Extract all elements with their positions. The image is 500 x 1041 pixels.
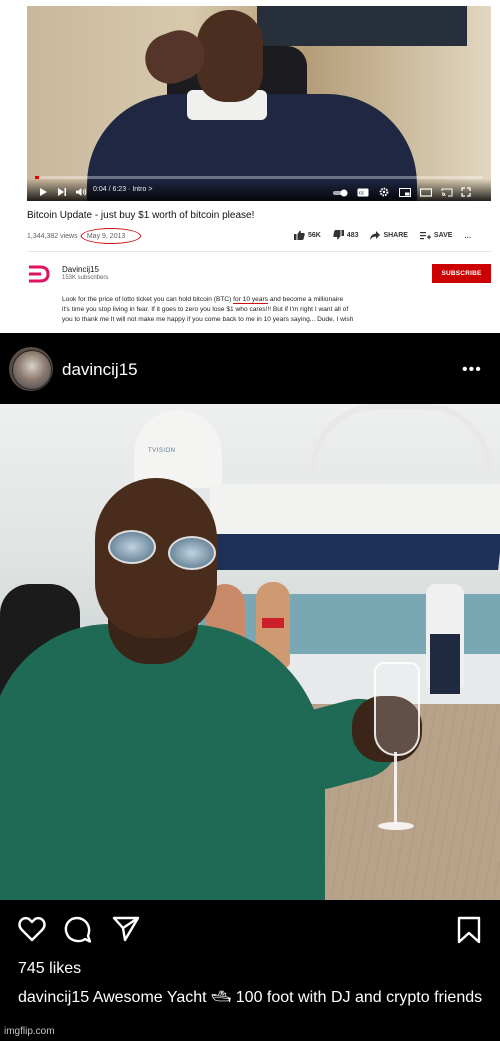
- channel-name[interactable]: Davincij15: [62, 265, 99, 274]
- comment-icon[interactable]: [64, 916, 92, 944]
- youtube-screenshot: 0:04 / 6:23 · Intro > cc Bitcoin Update …: [0, 0, 500, 333]
- waiter-pants: [430, 634, 460, 694]
- avatar[interactable]: [12, 350, 52, 390]
- sunglasses-right: [168, 536, 216, 570]
- video-description: Look for the price of lotto ticket you c…: [62, 295, 442, 325]
- next-icon[interactable]: [57, 187, 67, 197]
- divider: [27, 251, 491, 252]
- more-options-icon[interactable]: •••: [462, 361, 482, 379]
- like-count: 56K: [308, 231, 321, 239]
- share-label: SHARE: [383, 232, 408, 239]
- share-button[interactable]: SHARE: [370, 231, 408, 240]
- description-text: and become a millionaire: [267, 296, 344, 303]
- miniplayer-icon[interactable]: [399, 188, 411, 197]
- autoplay-toggle-icon[interactable]: [333, 189, 349, 197]
- caption-text: Awesome Yacht 🛥 100 foot with DJ and cry…: [92, 989, 483, 1006]
- wine-glass-base: [378, 822, 414, 830]
- save-label: SAVE: [433, 232, 453, 239]
- chapter-dot: ·: [128, 186, 131, 193]
- description-line-3: you to thank me It will not make me happ…: [62, 316, 354, 323]
- video-meta: 1,344,382 views · May 9, 2013: [27, 228, 141, 244]
- dislike-count: 483: [346, 231, 359, 239]
- thumbs-up-icon: [294, 230, 305, 240]
- more-actions-icon[interactable]: ···: [464, 235, 471, 242]
- wine-glass: [374, 662, 420, 756]
- bookmark-icon[interactable]: [457, 916, 481, 944]
- progress-bar[interactable]: [35, 176, 483, 179]
- captions-icon[interactable]: cc: [357, 188, 369, 197]
- description-line-1: Look for the price of lotto ticket you c…: [62, 295, 442, 305]
- theater-mode-icon[interactable]: [420, 188, 432, 197]
- play-icon[interactable]: [39, 187, 48, 197]
- like-count[interactable]: 745 likes: [18, 960, 81, 978]
- subscribe-button[interactable]: SUBSCRIBE: [432, 264, 491, 283]
- description-line-2: it's time you stop living in fear. If it…: [62, 306, 349, 313]
- video-player[interactable]: 0:04 / 6:23 · Intro > cc: [27, 6, 491, 201]
- video-time: 0:04 / 6:23: [93, 186, 127, 193]
- view-count: 1,344,382 views: [27, 233, 78, 240]
- chapter-title[interactable]: Intro: [132, 186, 146, 193]
- video-title: Bitcoin Update - just buy $1 worth of bi…: [27, 210, 255, 221]
- svg-text:cc: cc: [359, 191, 365, 197]
- chapter-chevron-icon[interactable]: >: [148, 186, 152, 193]
- video-actions: 56K 483 SHARE SAVE ···: [294, 230, 481, 242]
- volume-icon[interactable]: [75, 187, 87, 197]
- heart-icon[interactable]: [18, 916, 46, 942]
- imgflip-watermark: imgflip.com: [4, 1026, 55, 1037]
- channel-logo-icon[interactable]: [27, 264, 51, 284]
- settings-gear-icon[interactable]: [379, 187, 389, 197]
- share-send-icon[interactable]: [112, 916, 140, 942]
- like-button[interactable]: 56K: [294, 230, 321, 240]
- post-photo[interactable]: TVISION: [0, 404, 500, 900]
- green-polo: [0, 624, 325, 900]
- subscriber-count: 153K subscribers: [62, 275, 109, 281]
- save-button[interactable]: SAVE: [419, 231, 453, 240]
- upload-date: May 9, 2013: [80, 228, 141, 244]
- sunglasses-left: [108, 530, 156, 564]
- post-caption: davincij15 Awesome Yacht 🛥 100 foot with…: [18, 988, 488, 1007]
- underlined-phrase: for 10 years: [233, 296, 268, 304]
- dislike-button[interactable]: 483: [333, 230, 359, 240]
- caption-username[interactable]: davincij15: [18, 989, 89, 1006]
- cast-icon[interactable]: [441, 188, 453, 197]
- red-bikini: [262, 618, 284, 628]
- post-username[interactable]: davincij15: [62, 360, 138, 380]
- share-arrow-icon: [370, 231, 381, 240]
- presenter-head: [197, 10, 263, 102]
- fullscreen-icon[interactable]: [461, 187, 471, 197]
- wall-picture: [257, 6, 467, 46]
- progress-fill: [35, 176, 40, 179]
- dome-lettering: TVISION: [148, 448, 176, 454]
- red-annotation-circle: [80, 228, 141, 244]
- playlist-add-icon: [419, 232, 431, 240]
- thumbs-down-icon: [333, 230, 344, 240]
- instagram-post: davincij15 ••• TVISION 745 likes davinci…: [0, 333, 500, 1041]
- wine-glass-stem: [394, 752, 397, 824]
- navy-canopy: [183, 534, 500, 570]
- description-text: Look for the price of lotto ticket you c…: [62, 296, 234, 303]
- post-action-bar: [0, 916, 500, 946]
